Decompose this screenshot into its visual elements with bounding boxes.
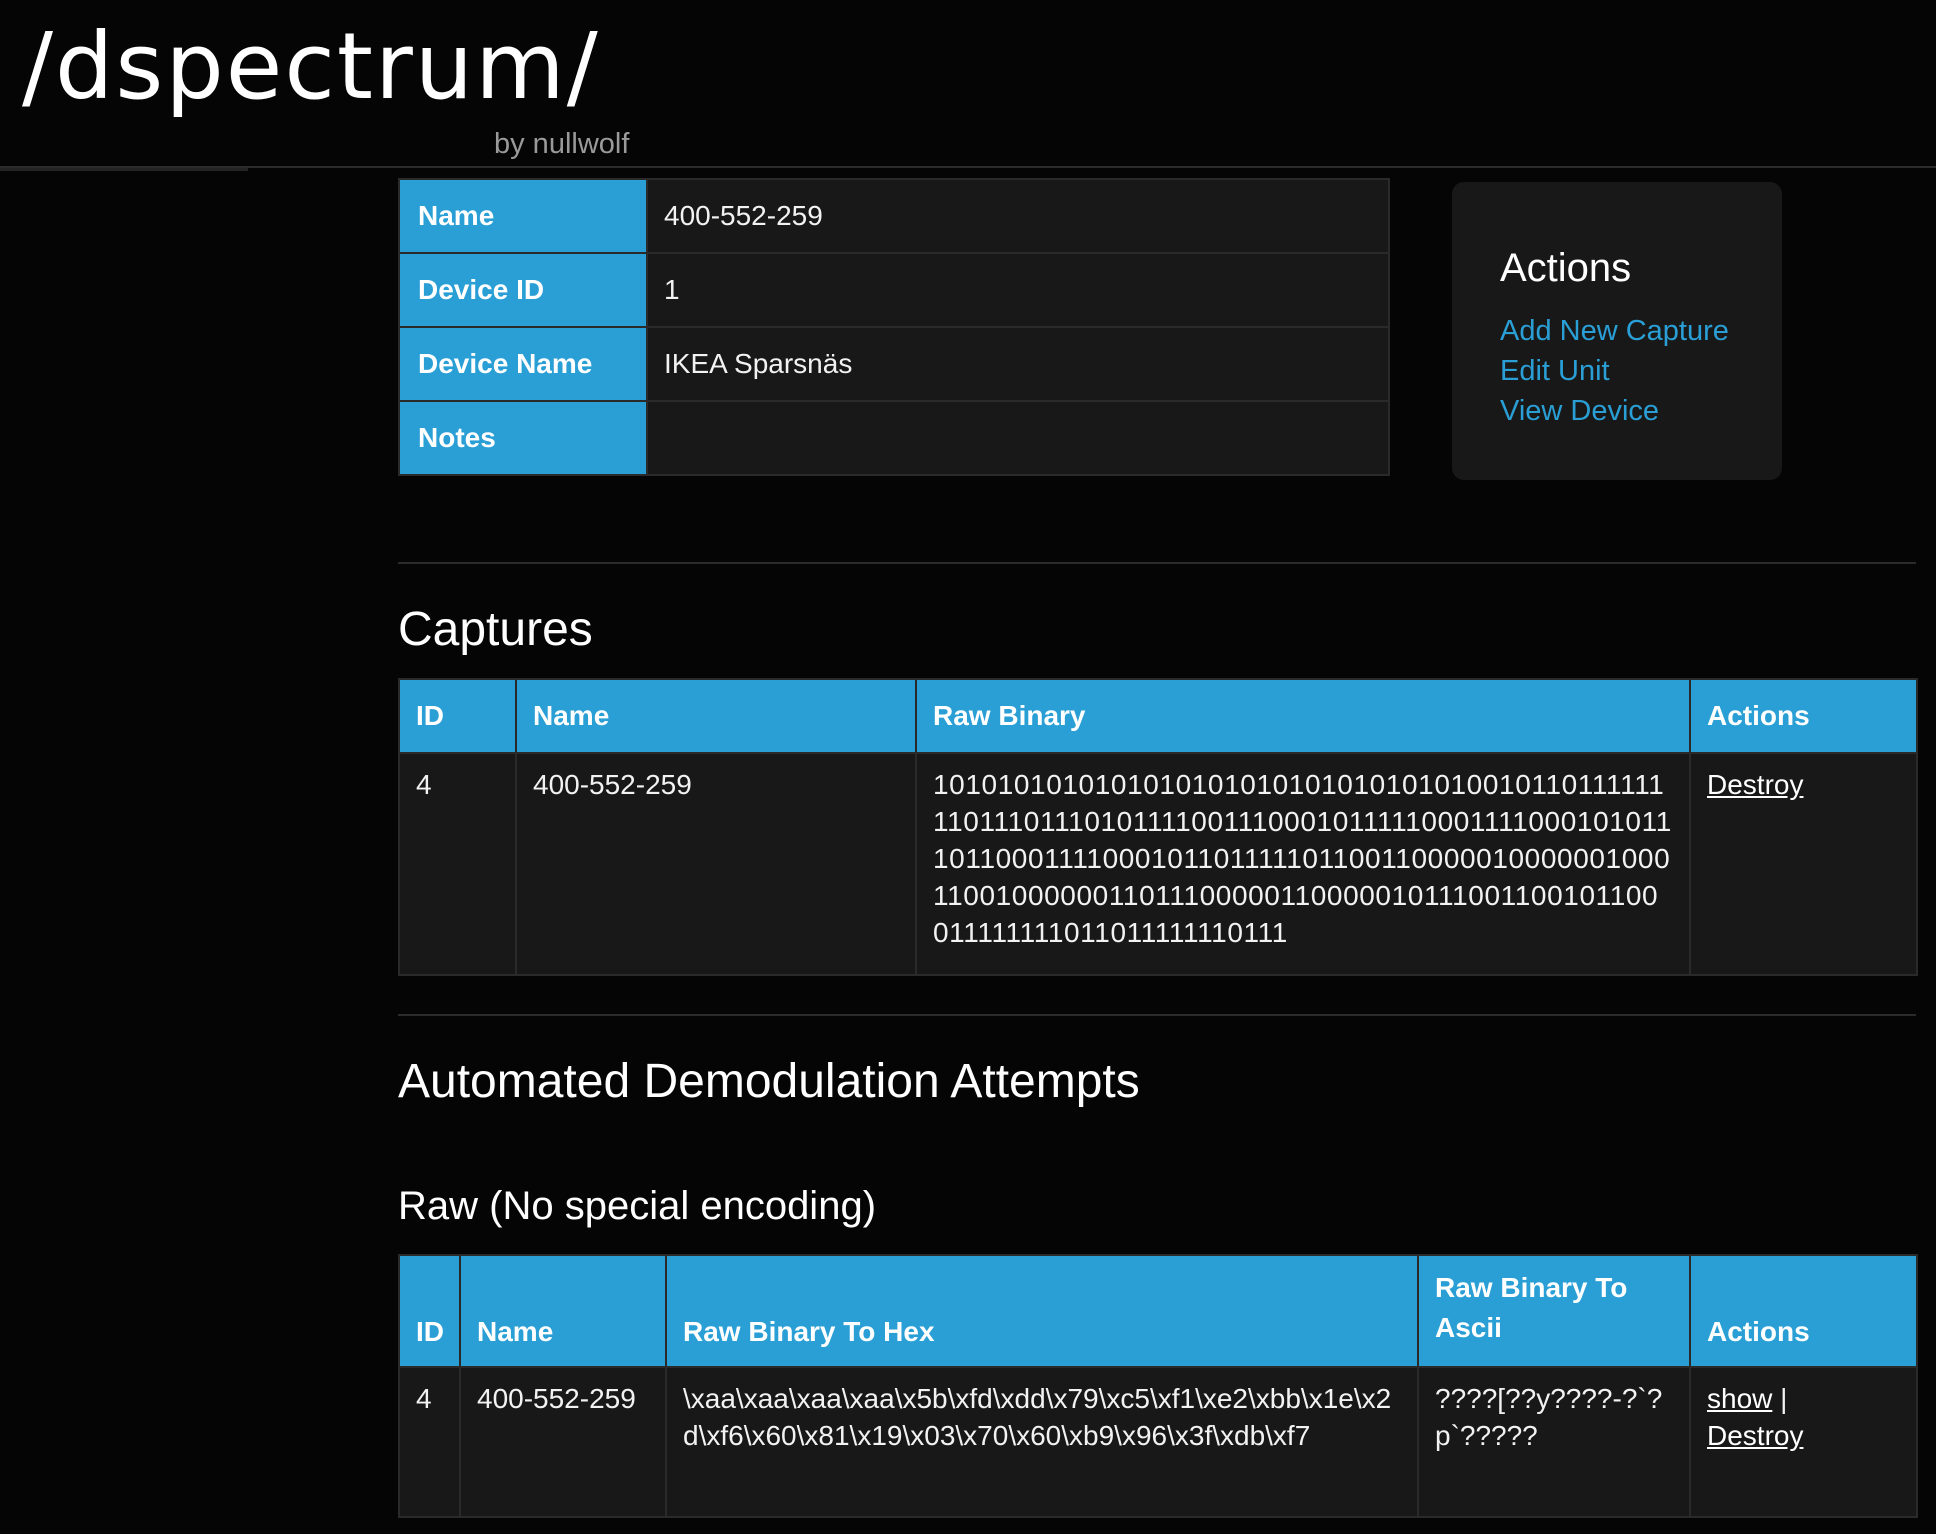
unit-value: IKEA Sparsnäs <box>646 326 1390 402</box>
actions-panel-title: Actions <box>1500 246 1632 290</box>
unit-row-name: Name 400-552-259 <box>398 178 1390 254</box>
captures-table: ID Name Raw Binary Actions 4 400-552-259… <box>398 678 1918 976</box>
capture-name: 400-552-259 <box>515 752 917 976</box>
destroy-capture-link[interactable]: Destroy <box>1707 769 1803 800</box>
view-device-link[interactable]: View Device <box>1500 391 1782 431</box>
demod-ascii: ????[??y????-?`?p`????? <box>1417 1366 1691 1518</box>
demod-hex: \xaa\xaa\xaa\xaa\x5b\xfd\xdd\x79\xc5\xf1… <box>665 1366 1419 1518</box>
column-header: Raw Binary To Hex <box>665 1254 1419 1368</box>
unit-label: Device ID <box>398 252 648 328</box>
capture-id: 4 <box>398 752 517 976</box>
demod-title: Automated Demodulation Attempts <box>398 1055 1140 1108</box>
demod-raw-table: ID Name Raw Binary To Hex Raw Binary To … <box>398 1254 1918 1518</box>
column-header: Actions <box>1689 678 1918 754</box>
capture-actions: Destroy <box>1689 752 1918 976</box>
raw-encoding-title: Raw (No special encoding) <box>398 1184 877 1228</box>
unit-label: Name <box>398 178 648 254</box>
column-header: ID <box>398 678 517 754</box>
column-header: Name <box>515 678 917 754</box>
column-header: ID <box>398 1254 461 1368</box>
logo-text: /dspectrum/ <box>22 20 600 120</box>
unit-label: Device Name <box>398 326 648 402</box>
demod-id: 4 <box>398 1366 461 1518</box>
show-demod-link[interactable]: show <box>1707 1383 1772 1414</box>
divider <box>398 562 1916 564</box>
site-header: /dspectrum/ by nullwolf <box>0 0 1936 168</box>
unit-details-table: Name 400-552-259 Device ID 1 Device Name… <box>398 178 1390 476</box>
table-row: 4 400-552-259 10101010101010101010101010… <box>398 752 1918 976</box>
unit-value: 400-552-259 <box>646 178 1390 254</box>
unit-row-device-id: Device ID 1 <box>398 252 1390 328</box>
table-row: 4 400-552-259 \xaa\xaa\xaa\xaa\x5b\xfd\x… <box>398 1366 1918 1518</box>
sidebar-divider <box>0 168 248 171</box>
unit-value <box>646 400 1390 476</box>
column-header: Actions <box>1689 1254 1918 1368</box>
main-content: Name 400-552-259 Device ID 1 Device Name… <box>398 178 1918 1518</box>
action-separator: | <box>1780 1383 1788 1414</box>
captures-title: Captures <box>398 603 593 656</box>
column-header: Name <box>459 1254 667 1368</box>
byline: by nullwolf <box>494 128 630 160</box>
table-header-row: ID Name Raw Binary To Hex Raw Binary To … <box>398 1254 1918 1368</box>
unit-row-notes: Notes <box>398 400 1390 476</box>
divider <box>398 1014 1916 1016</box>
actions-panel: Actions Add New Capture Edit Unit View D… <box>1452 182 1782 480</box>
edit-unit-link[interactable]: Edit Unit <box>1500 351 1782 391</box>
table-header-row: ID Name Raw Binary Actions <box>398 678 1918 754</box>
column-header: Raw Binary To Ascii <box>1417 1254 1691 1368</box>
dspectrum-logo[interactable]: /dspectrum/ <box>22 20 642 120</box>
unit-row-device-name: Device Name IKEA Sparsnäs <box>398 326 1390 402</box>
unit-value: 1 <box>646 252 1390 328</box>
add-new-capture-link[interactable]: Add New Capture <box>1500 311 1782 351</box>
column-header: Raw Binary <box>915 678 1691 754</box>
demod-actions: show | Destroy <box>1689 1366 1918 1518</box>
capture-raw-binary: 1010101010101010101010101010101010010110… <box>915 752 1691 976</box>
demod-name: 400-552-259 <box>459 1366 667 1518</box>
unit-label: Notes <box>398 400 648 476</box>
destroy-demod-link[interactable]: Destroy <box>1707 1420 1803 1451</box>
